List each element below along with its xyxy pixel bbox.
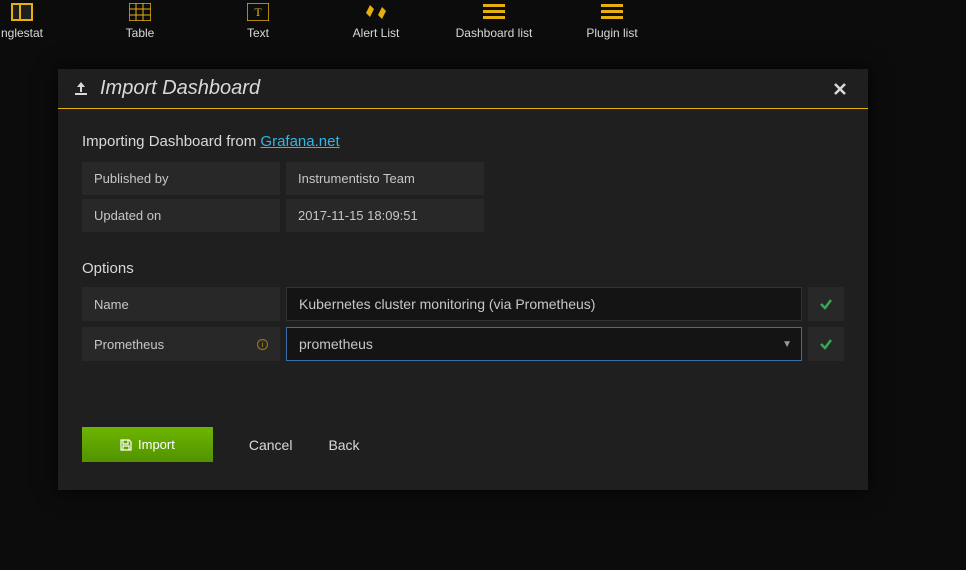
panel-label: Text <box>247 26 269 40</box>
cancel-button[interactable]: Cancel <box>249 437 293 453</box>
text-icon: T <box>247 2 269 22</box>
panel-label: Dashboard list <box>456 26 533 40</box>
published-by-label: Published by <box>82 162 280 195</box>
upload-icon <box>72 80 90 98</box>
name-label: Name <box>82 287 280 321</box>
panel-type-plugin-list[interactable]: Plugin list <box>560 0 664 40</box>
table-icon <box>129 2 151 22</box>
singlestat-icon <box>11 2 33 22</box>
panel-type-singlestat[interactable]: nglestat <box>0 0 74 40</box>
name-input[interactable] <box>286 287 802 321</box>
panel-type-alert-list[interactable]: Alert List <box>324 0 428 40</box>
import-dashboard-modal: Import Dashboard Importing Dashboard fro… <box>58 69 868 490</box>
name-valid-indicator <box>808 287 844 321</box>
info-icon[interactable]: i <box>257 339 268 350</box>
prometheus-valid-indicator <box>808 327 844 361</box>
dashboard-metadata: Published by Instrumentisto Team Updated… <box>82 162 844 232</box>
plugin-list-icon <box>601 2 623 22</box>
updated-on-label: Updated on <box>82 199 280 232</box>
panel-type-text[interactable]: T Text <box>206 0 310 40</box>
save-icon <box>120 439 132 451</box>
panel-type-dashboard-list[interactable]: Dashboard list <box>442 0 546 40</box>
check-icon <box>819 337 833 351</box>
grafana-net-link[interactable]: Grafana.net <box>260 133 339 150</box>
prometheus-select[interactable]: prometheus <box>286 327 802 361</box>
panel-label: Plugin list <box>586 26 637 40</box>
modal-header: Import Dashboard <box>58 69 868 109</box>
back-button[interactable]: Back <box>328 437 359 453</box>
updated-on-value: 2017-11-15 18:09:51 <box>286 199 484 232</box>
svg-text:T: T <box>254 5 262 19</box>
option-row-prometheus: Prometheus i prometheus ▼ <box>82 327 844 361</box>
modal-actions: Import Cancel Back <box>82 427 844 462</box>
importing-source: Importing Dashboard from Grafana.net <box>82 133 844 150</box>
svg-text:i: i <box>262 342 264 349</box>
panel-type-row: nglestat Table T Text Alert List Dashboa… <box>0 0 966 48</box>
panel-label: Alert List <box>353 26 400 40</box>
close-icon <box>834 83 846 95</box>
published-by-value: Instrumentisto Team <box>286 162 484 195</box>
options-heading: Options <box>82 260 844 277</box>
modal-body: Importing Dashboard from Grafana.net Pub… <box>58 109 868 490</box>
check-icon <box>819 297 833 311</box>
import-button[interactable]: Import <box>82 427 213 462</box>
alert-list-icon <box>364 2 388 22</box>
modal-title: Import Dashboard <box>100 77 826 100</box>
panel-type-table[interactable]: Table <box>88 0 192 40</box>
dashboard-list-icon <box>483 2 505 22</box>
panel-label: Table <box>126 26 155 40</box>
close-button[interactable] <box>826 79 854 99</box>
option-row-name: Name <box>82 287 844 321</box>
prometheus-label: Prometheus i <box>82 327 280 361</box>
panel-label: nglestat <box>1 26 43 40</box>
